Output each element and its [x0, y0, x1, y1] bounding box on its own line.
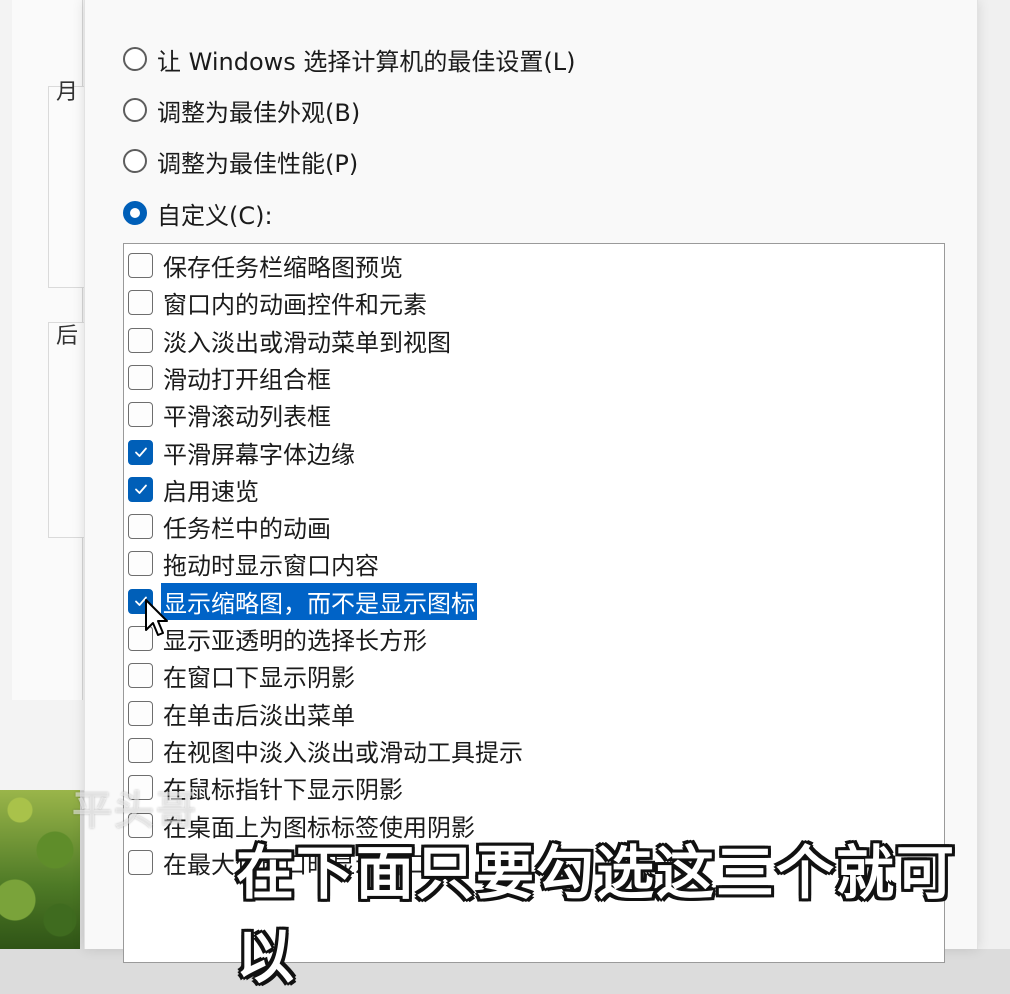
checkbox-label: 显示亚透明的选择长方形 [163, 627, 427, 655]
checkbox-item[interactable]: 平滑滚动列表框 [128, 396, 333, 433]
checkbox-item[interactable]: 显示亚透明的选择长方形 [128, 620, 429, 657]
checkbox-label: 在视图中淡入淡出或滑动工具提示 [163, 738, 523, 767]
desktop-wallpaper [0, 790, 80, 949]
radio-option[interactable]: 自定义(C): [123, 196, 273, 230]
checkbox-unchecked-icon[interactable] [128, 700, 153, 726]
radio-option[interactable]: 让 Windows 选择计算机的最佳设置(L) [123, 42, 576, 76]
checkbox-item[interactable]: 平滑屏幕字体边缘 [128, 434, 357, 471]
performance-options-dialog: 让 Windows 选择计算机的最佳设置(L) 调整为最佳外观(B) 调整为最佳性能… [84, 0, 978, 963]
checkbox-label: 任务栏中的动画 [163, 515, 331, 544]
radio-label: 调整为最佳外观(B) [157, 98, 361, 127]
checkbox-item[interactable]: 在单击后淡出菜单 [128, 695, 357, 732]
checkbox-item[interactable]: 拖动时显示窗口内容 [128, 545, 381, 582]
background-label: 月 [56, 80, 79, 105]
checkbox-unchecked-icon[interactable] [128, 327, 153, 353]
checkbox-label: 显示缩略图，而不是显示图标 [161, 582, 477, 620]
checkbox-item[interactable]: 淡入淡出或滑动菜单到视图 [128, 322, 453, 359]
radio-unselected-icon[interactable] [123, 98, 147, 122]
checkbox-unchecked-icon[interactable] [128, 849, 153, 875]
checkbox-label: 滑动打开组合框 [163, 365, 331, 394]
checkbox-label: 启用速览 [163, 477, 259, 506]
checkbox-unchecked-icon[interactable] [128, 551, 153, 577]
checkbox-item[interactable]: 滑动打开组合框 [128, 359, 333, 396]
checkbox-label: 平滑滚动列表框 [163, 403, 331, 432]
video-subtitle: 在下面只要勾选这三个就可以 [236, 839, 957, 991]
mouse-cursor-icon [145, 599, 168, 636]
checkbox-label: 淡入淡出或滑动菜单到视图 [163, 328, 451, 357]
radio-unselected-icon[interactable] [123, 47, 147, 71]
checkbox-unchecked-icon[interactable] [128, 402, 153, 428]
checkbox-label: 保存任务栏缩略图预览 [163, 254, 403, 282]
checkbox-item[interactable]: 启用速览 [128, 471, 261, 508]
radio-option[interactable]: 调整为最佳性能(P) [123, 144, 358, 178]
radio-label: 调整为最佳性能(P) [157, 149, 359, 178]
watermark: 平头哥 [72, 787, 198, 834]
checkbox-item[interactable]: 保存任务栏缩略图预览 [128, 247, 405, 284]
checkbox-item[interactable]: 显示缩略图，而不是显示图标 [128, 582, 477, 620]
checkbox-unchecked-icon[interactable] [128, 253, 153, 278]
radio-unselected-icon[interactable] [123, 149, 147, 173]
checkbox-unchecked-icon[interactable] [128, 737, 153, 763]
checkbox-unchecked-icon[interactable] [128, 514, 153, 540]
checkbox-item[interactable]: 任务栏中的动画 [128, 508, 333, 545]
checkbox-unchecked-icon[interactable] [128, 663, 153, 689]
radio-selected-icon[interactable] [123, 201, 147, 225]
checkbox-checked-icon[interactable] [128, 476, 153, 502]
checkbox-label: 窗口内的动画控件和元素 [163, 291, 427, 320]
checkbox-item[interactable]: 在视图中淡入淡出或滑动工具提示 [128, 732, 525, 769]
background-window-edge [973, 0, 1010, 949]
background-label: 后 [56, 324, 79, 349]
checkbox-item[interactable]: 窗口内的动画控件和元素 [128, 284, 429, 321]
checkbox-checked-icon[interactable] [128, 439, 153, 465]
checkbox-unchecked-icon[interactable] [128, 364, 153, 390]
radio-option[interactable]: 调整为最佳外观(B) [123, 93, 360, 127]
checkbox-item[interactable]: 在窗口下显示阴影 [128, 657, 357, 694]
checkbox-label: 平滑屏幕字体边缘 [163, 440, 355, 469]
radio-label: 让 Windows 选择计算机的最佳设置(L) [157, 47, 576, 76]
checkbox-label: 拖动时显示窗口内容 [163, 552, 379, 581]
checkbox-label: 在单击后淡出菜单 [163, 701, 355, 730]
checkbox-unchecked-icon[interactable] [128, 290, 153, 316]
checkbox-label: 在窗口下显示阴影 [163, 664, 355, 693]
radio-label: 自定义(C): [157, 201, 273, 230]
